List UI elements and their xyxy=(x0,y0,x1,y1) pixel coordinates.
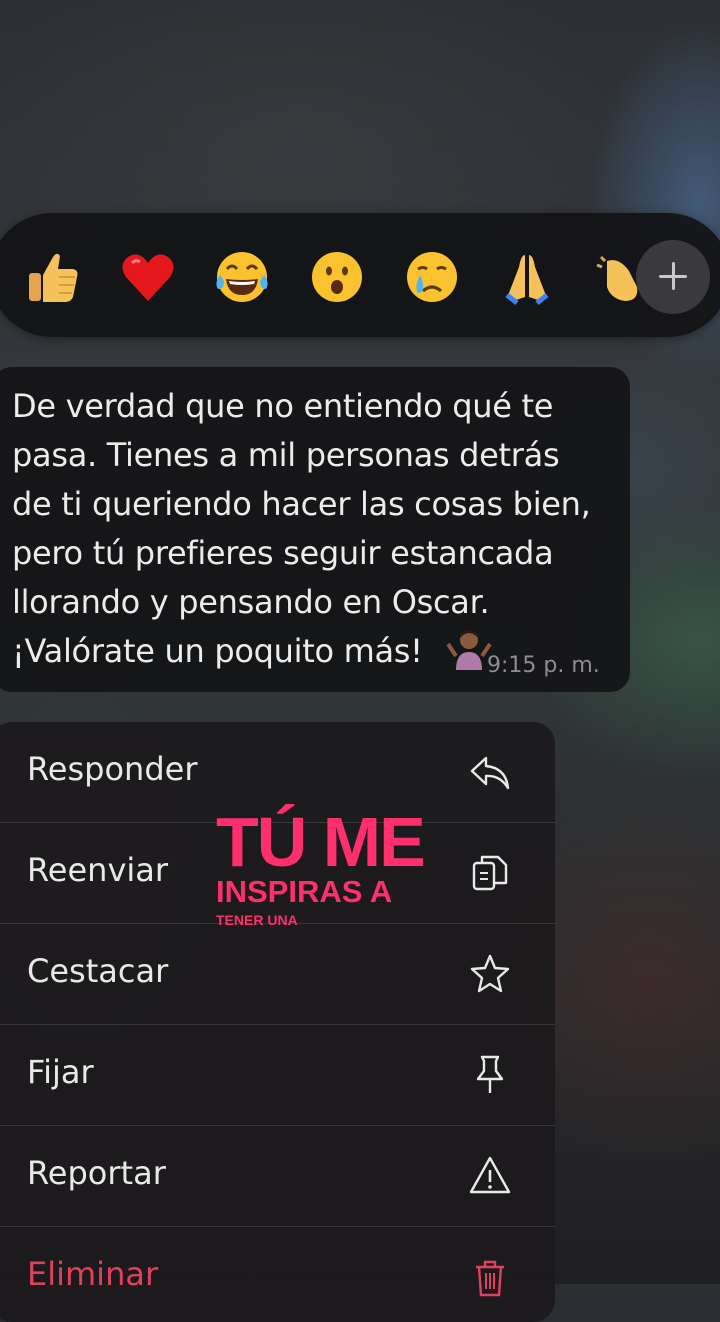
reply-icon xyxy=(468,750,512,794)
menu-item-label: Responder xyxy=(27,750,198,788)
menu-item-label: Reportar xyxy=(27,1154,166,1192)
message-line: De verdad que no entiendo qué te xyxy=(12,387,554,425)
plus-icon-vertical xyxy=(672,262,675,290)
star-icon xyxy=(468,952,512,996)
copy-icon xyxy=(468,851,512,895)
surprised-face-icon[interactable] xyxy=(306,246,368,308)
message-line: pero tú prefieres seguir estancada xyxy=(12,534,554,572)
message-line: llorando y pensando en Oscar. xyxy=(12,583,490,621)
tears-of-joy-icon[interactable] xyxy=(211,246,273,308)
menu-item-reportar[interactable]: Reportar xyxy=(0,1126,555,1226)
trash-icon xyxy=(468,1255,512,1299)
overlay-line-2: INSPIRAS A xyxy=(216,874,393,909)
overlay-line-3: TENER UNA xyxy=(216,912,298,928)
menu-item-label: Eliminar xyxy=(27,1255,159,1293)
warning-icon xyxy=(468,1154,512,1198)
folded-hands-icon[interactable] xyxy=(496,246,558,308)
message-line: de ti queriendo hacer las cosas bien, xyxy=(12,485,591,523)
message-line: pasa. Tienes a mil personas detrás xyxy=(12,436,560,474)
menu-item-label: Fijar xyxy=(27,1053,94,1091)
crying-face-icon[interactable] xyxy=(401,246,463,308)
menu-item-eliminar[interactable]: Eliminar xyxy=(0,1227,555,1322)
menu-item-fijar[interactable]: Fijar xyxy=(0,1025,555,1125)
thumbs-up-icon[interactable] xyxy=(22,246,84,308)
pin-icon xyxy=(468,1053,512,1097)
menu-item-label: Cestacar xyxy=(27,952,169,990)
menu-item-cestacar[interactable]: Cestacar xyxy=(0,924,555,1024)
red-heart-icon[interactable] xyxy=(117,246,179,308)
menu-item-label: Reenviar xyxy=(27,851,169,889)
overlay-line-1: TÚ ME xyxy=(216,803,426,881)
more-reactions-button[interactable] xyxy=(636,240,710,314)
message-timestamp: 9:15 p. m. xyxy=(487,653,600,678)
shrug-emoji-icon xyxy=(446,626,492,672)
overlay-caption: TÚ ME INSPIRAS A TENER UNA xyxy=(216,806,456,931)
message-line: ¡Valórate un poquito más! xyxy=(12,632,423,670)
